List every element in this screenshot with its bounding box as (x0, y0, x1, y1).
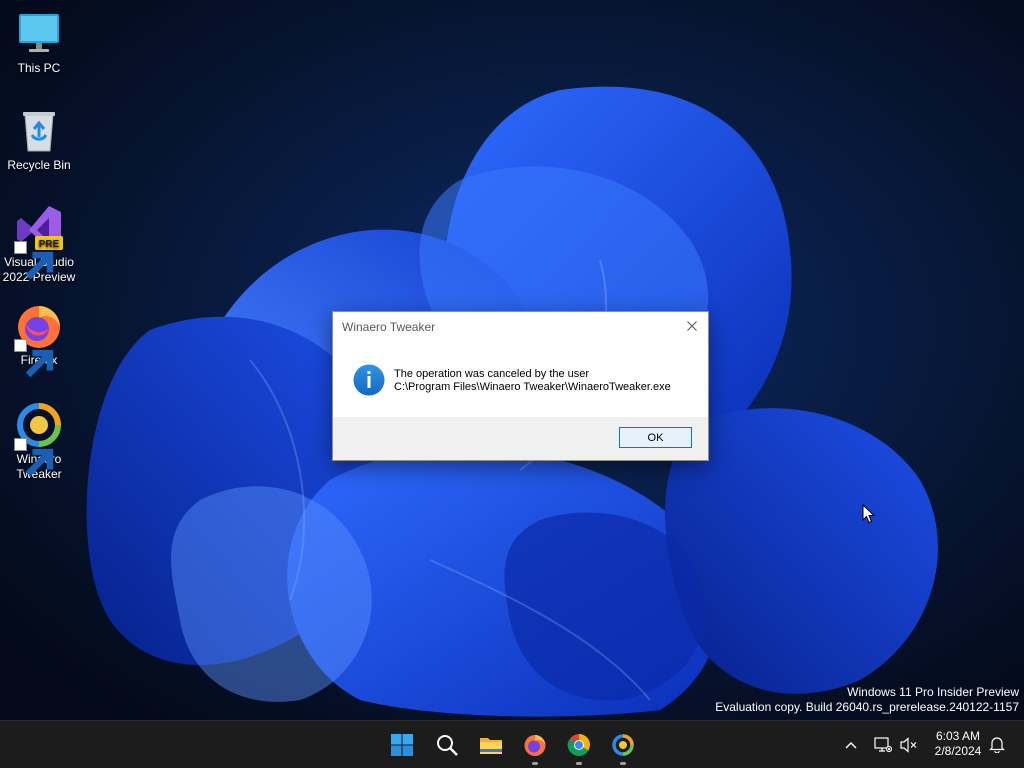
message-line: The operation was canceled by the user (394, 368, 590, 380)
message-path: C:\Program Files\Winaero Tweaker\Winaero… (394, 381, 671, 393)
firefox-icon (524, 734, 546, 756)
taskbar-firefox[interactable] (515, 721, 555, 768)
clock-date: 2/8/2024 (934, 744, 982, 758)
desktop-icon-winaero-tweaker[interactable]: Winaero Tweaker (0, 401, 78, 482)
running-indicator (620, 762, 626, 765)
dialog-title: Winaero Tweaker (342, 320, 436, 334)
clock-time: 6:03 AM (935, 729, 981, 743)
mouse-cursor-icon (862, 504, 876, 524)
desktop-icon-firefox[interactable]: Firefox (0, 302, 78, 378)
taskbar: 6:03 AM 2/8/2024 (0, 720, 1024, 768)
winaero-tweaker-icon (612, 733, 634, 756)
info-icon (353, 364, 385, 396)
desktop-icon-visual-studio[interactable]: PRE Visual Studio 2022 Preview (0, 204, 78, 285)
desktop-icon-this-pc[interactable]: This PC (0, 10, 78, 76)
taskbar-file-explorer[interactable] (471, 721, 511, 768)
start-icon (391, 733, 413, 756)
recycle-bin-icon (15, 107, 63, 155)
dialog-titlebar[interactable]: Winaero Tweaker (333, 312, 708, 340)
running-indicator (532, 762, 538, 765)
volume-button[interactable] (898, 721, 920, 768)
shortcut-arrow-icon (14, 339, 54, 378)
winaero-tweaker-icon (14, 401, 63, 477)
clock[interactable]: 6:03 AM 2/8/2024 (930, 729, 986, 759)
search-button[interactable] (427, 721, 467, 768)
desktop-icon-label: Recycle Bin (7, 158, 71, 172)
desktop-icon-recycle-bin[interactable]: Recycle Bin (0, 107, 78, 173)
search-icon (437, 734, 458, 756)
monitor-icon (15, 10, 63, 58)
running-indicator (576, 762, 582, 765)
message-dialog: Winaero Tweaker The operation was cancel… (332, 311, 709, 461)
start-button[interactable] (382, 721, 422, 768)
file-explorer-icon (480, 737, 502, 754)
desktop-icon-label: This PC (17, 61, 61, 75)
notifications-button[interactable] (986, 721, 1008, 768)
chrome-icon (567, 733, 590, 756)
bell-icon (989, 737, 1005, 753)
shortcut-arrow-icon (14, 241, 54, 280)
chevron-up-icon (845, 741, 857, 748)
watermark-line: Windows 11 Pro Insider Preview (847, 685, 1019, 699)
firefox-icon (14, 302, 63, 378)
dialog-body: The operation was canceled by the user C… (333, 340, 708, 417)
show-hidden-icons-button[interactable] (840, 721, 862, 768)
ok-button[interactable]: OK (619, 427, 692, 448)
shortcut-arrow-icon (14, 438, 54, 477)
watermark-line: Evaluation copy. Build 26040.rs_prerelea… (715, 700, 1019, 714)
taskbar-winaero-tweaker[interactable] (603, 721, 643, 768)
volume-muted-icon (900, 736, 917, 753)
network-icon (874, 736, 892, 752)
dialog-footer: OK (333, 417, 708, 460)
evaluation-watermark: Windows 11 Pro Insider Preview Evaluatio… (715, 685, 1019, 715)
dialog-message: The operation was canceled by the user C… (394, 368, 671, 394)
visual-studio-icon: PRE (14, 204, 63, 280)
network-button[interactable] (872, 721, 894, 768)
close-button[interactable] (680, 315, 704, 337)
close-icon (687, 321, 697, 331)
taskbar-chrome[interactable] (559, 721, 599, 768)
